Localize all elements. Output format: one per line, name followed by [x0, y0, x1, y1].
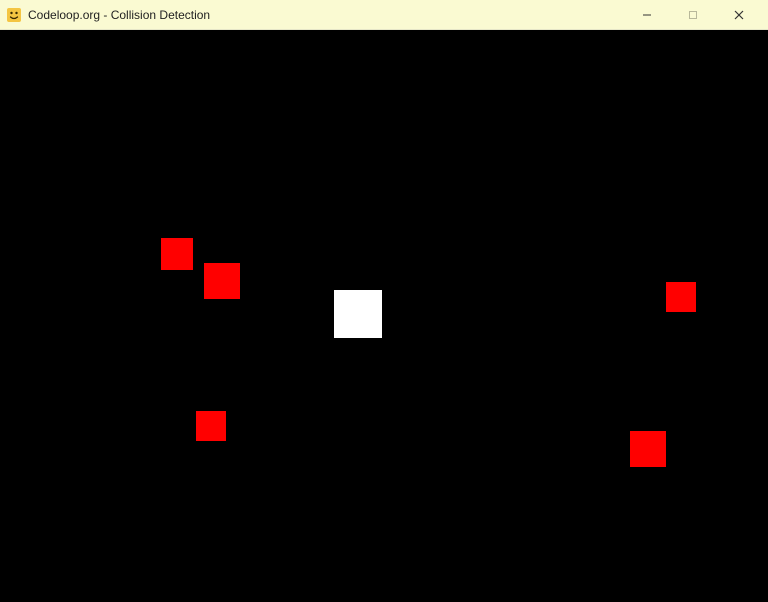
window-controls	[624, 0, 762, 29]
enemy-sprite	[204, 263, 240, 299]
player-sprite	[334, 290, 382, 338]
enemy-sprite	[161, 238, 193, 270]
app-window: Codeloop.org - Collision Detection	[0, 0, 768, 602]
enemy-sprite	[196, 411, 226, 441]
app-icon	[6, 7, 22, 23]
game-canvas[interactable]	[0, 30, 768, 602]
enemy-sprite	[630, 431, 666, 467]
titlebar[interactable]: Codeloop.org - Collision Detection	[0, 0, 768, 30]
close-button[interactable]	[716, 0, 762, 29]
maximize-button[interactable]	[670, 0, 716, 29]
window-title: Codeloop.org - Collision Detection	[28, 8, 624, 22]
enemy-sprite	[666, 282, 696, 312]
minimize-button[interactable]	[624, 0, 670, 29]
